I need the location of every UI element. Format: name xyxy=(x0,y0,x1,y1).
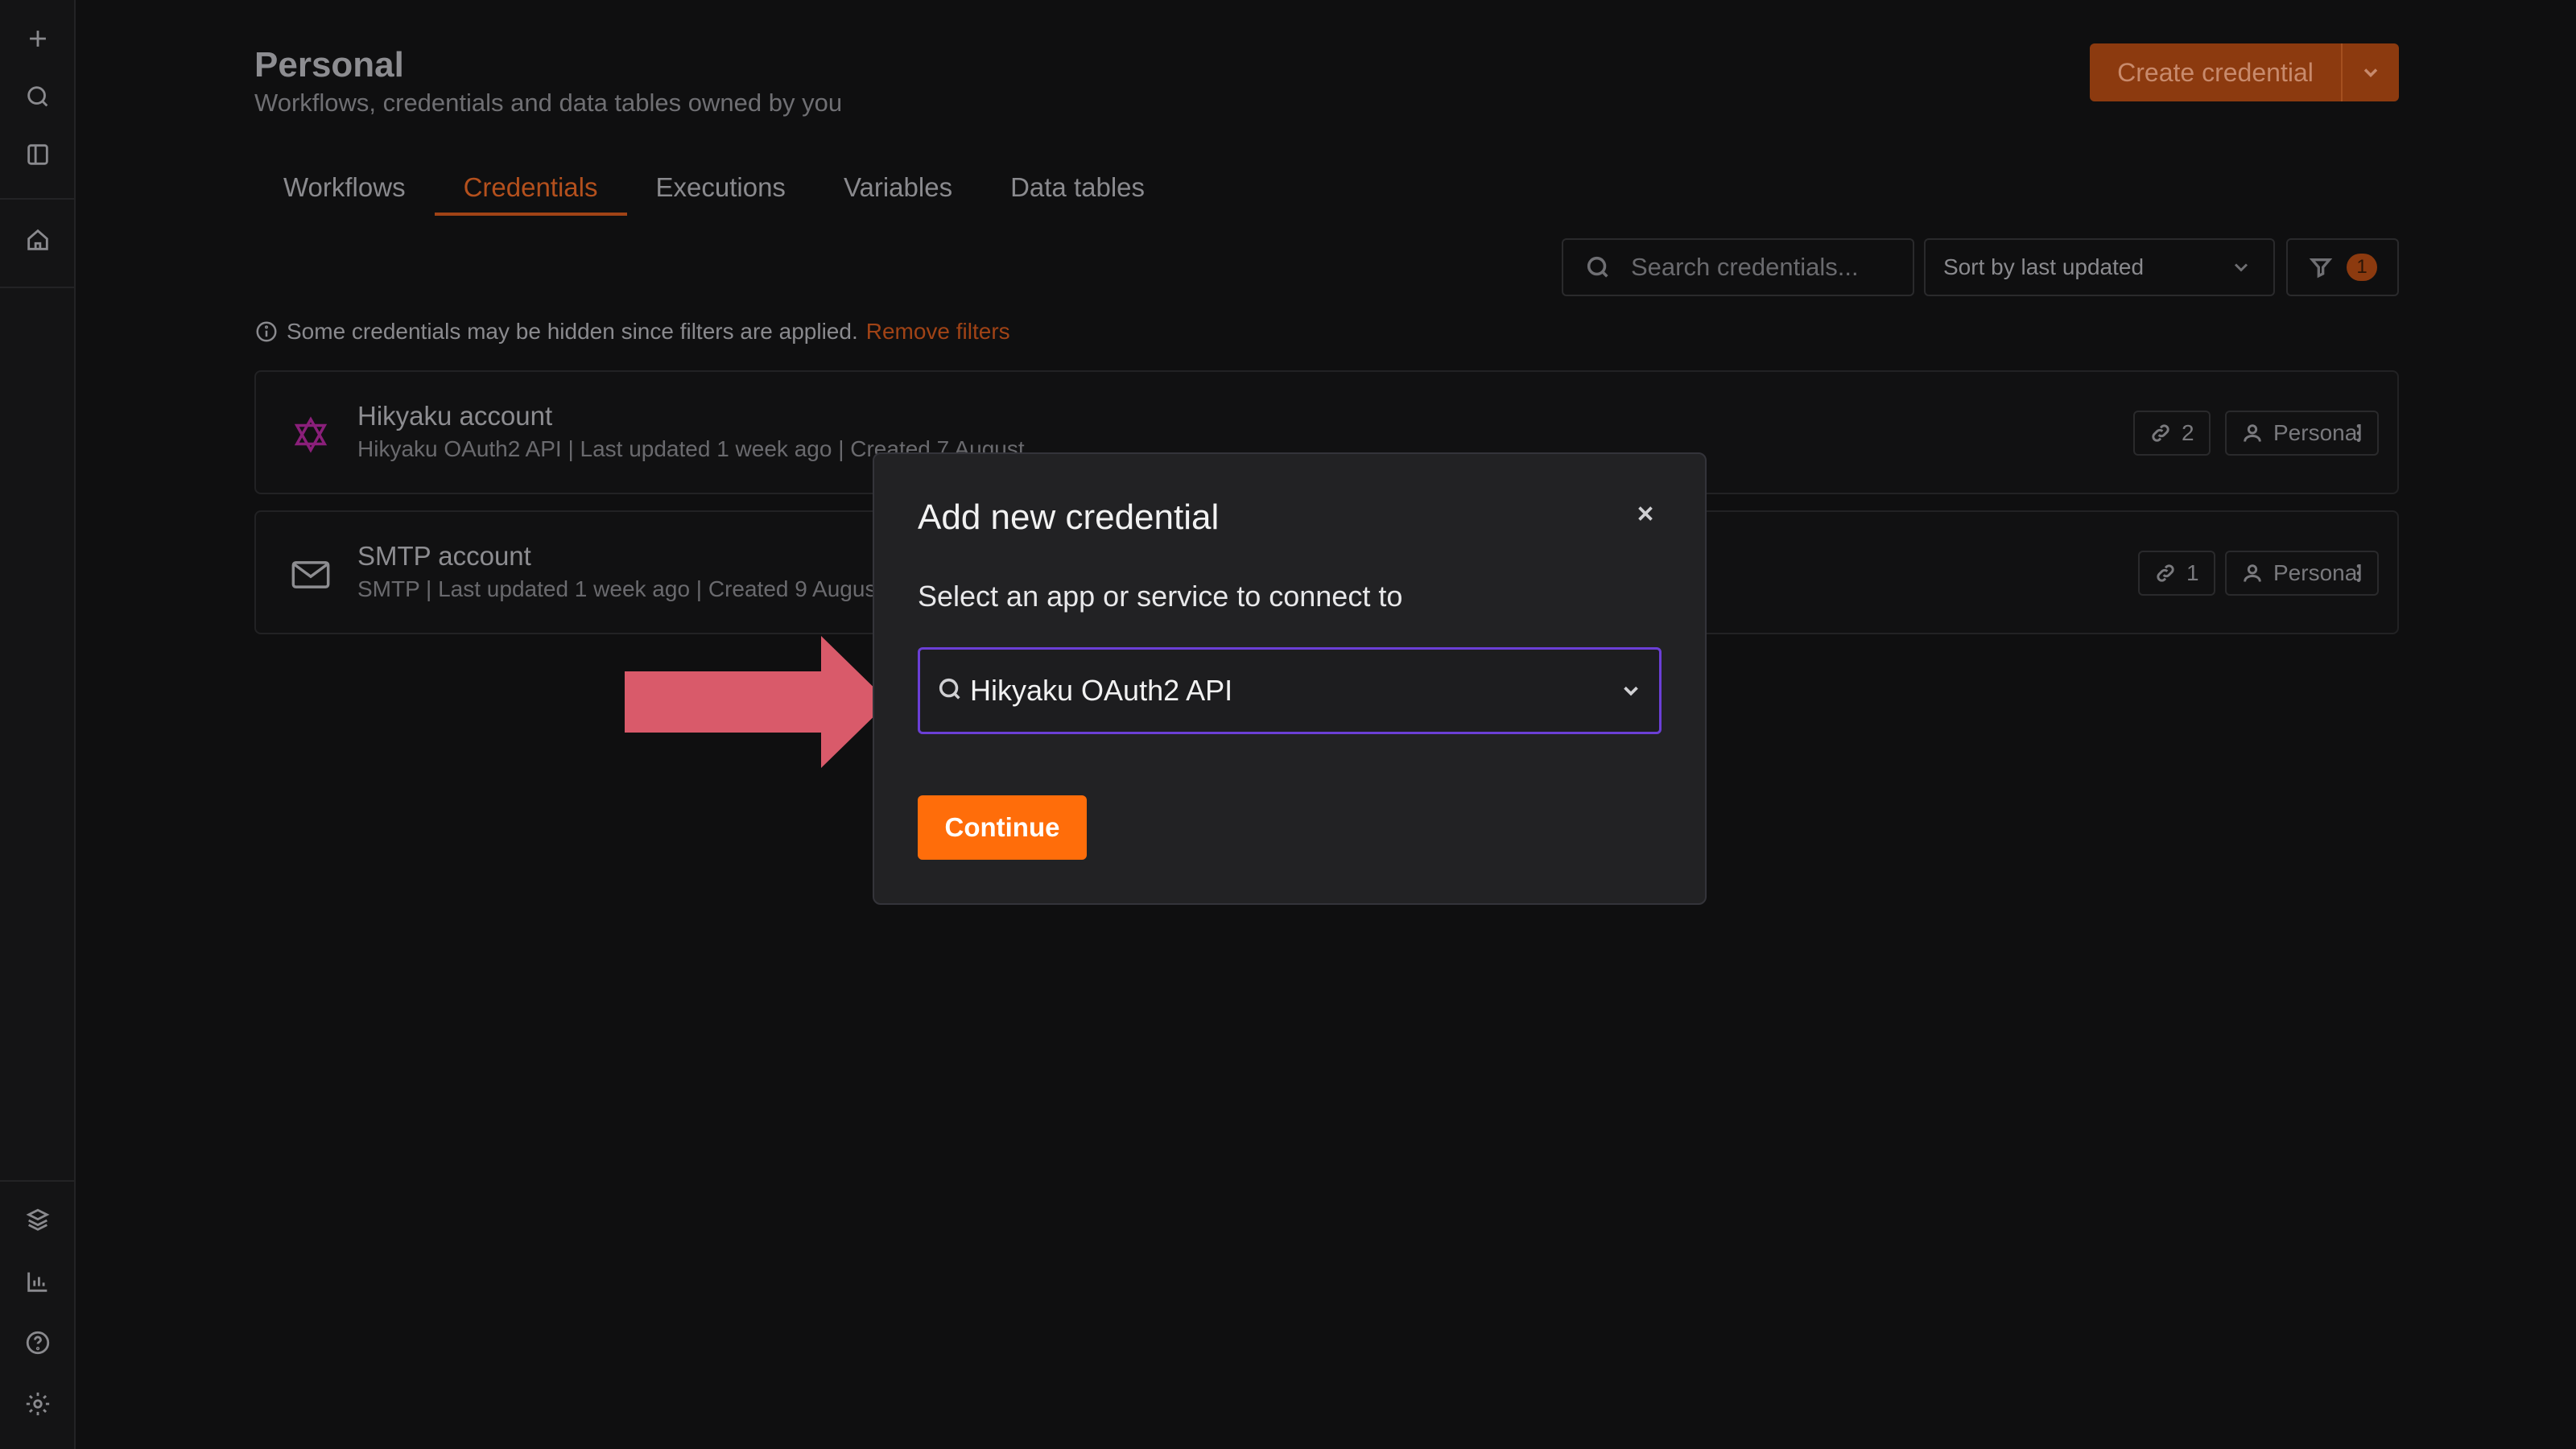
sidebar-divider xyxy=(0,1180,74,1182)
tab-bar: Workflows Credentials Executions Variabl… xyxy=(254,164,1174,216)
create-dropdown-toggle[interactable] xyxy=(2343,43,2399,101)
usage-count: 2 xyxy=(2182,420,2194,445)
home-icon[interactable] xyxy=(22,224,54,256)
tab-credentials[interactable]: Credentials xyxy=(434,164,627,216)
search-placeholder: Search credentials... xyxy=(1631,253,1859,281)
insights-icon[interactable] xyxy=(22,1265,54,1298)
create-credential-label[interactable]: Create credential xyxy=(2090,43,2343,101)
credential-meta: SMTP | Last updated 1 week ago | Created… xyxy=(357,576,883,601)
add-credential-modal: Add new credential Select an app or serv… xyxy=(873,452,1707,905)
filter-count-badge: 1 xyxy=(2347,254,2377,281)
tab-executions[interactable]: Executions xyxy=(627,164,815,216)
modal-subtitle: Select an app or service to connect to xyxy=(918,580,1403,613)
sort-label: Sort by last updated xyxy=(1943,254,2145,279)
link-icon xyxy=(2157,564,2174,582)
close-icon xyxy=(1638,506,1653,521)
info-icon xyxy=(256,321,277,342)
kebab-menu-icon xyxy=(2356,424,2361,442)
remove-filters-link[interactable]: Remove filters xyxy=(866,319,1010,345)
tab-workflows[interactable]: Workflows xyxy=(254,164,435,216)
user-icon xyxy=(2244,424,2261,442)
modal-title: Add new credential xyxy=(918,497,1220,537)
more-options-button[interactable] xyxy=(2343,417,2375,449)
tab-data-tables[interactable]: Data tables xyxy=(981,164,1174,216)
filter-icon xyxy=(2309,258,2333,279)
search-icon[interactable] xyxy=(22,80,54,113)
add-icon[interactable] xyxy=(22,23,54,55)
filter-notice-text: Some credentials may be hidden since fil… xyxy=(287,319,858,344)
tab-variables[interactable]: Variables xyxy=(815,164,981,216)
chevron-down-icon[interactable] xyxy=(1603,679,1659,703)
sort-select[interactable]: Sort by last updated xyxy=(1924,238,2275,296)
select-value: Hikyaku OAuth2 API xyxy=(970,674,1233,707)
credential-name: SMTP account xyxy=(357,541,531,571)
chevron-down-icon xyxy=(2363,68,2378,77)
page-subtitle: Workflows, credentials and data tables o… xyxy=(254,89,843,117)
help-icon[interactable] xyxy=(22,1327,54,1359)
usage-count-badge: 2 xyxy=(2133,411,2211,456)
credential-name: Hikyaku account xyxy=(357,401,553,431)
search-input[interactable]: Search credentials... xyxy=(1562,238,1914,296)
sidebar-toggle-icon[interactable] xyxy=(22,138,54,171)
usage-count-badge: 1 xyxy=(2138,551,2215,596)
search-icon xyxy=(936,675,964,707)
settings-icon[interactable] xyxy=(22,1388,54,1420)
sidebar-divider xyxy=(0,287,74,288)
search-icon xyxy=(1587,256,1608,278)
page-title: Personal xyxy=(254,45,404,85)
sidebar-divider xyxy=(0,198,74,200)
annotation-arrow-icon xyxy=(625,636,889,768)
mail-icon xyxy=(288,552,333,597)
sidebar xyxy=(0,0,76,1449)
chevron-down-icon xyxy=(2234,263,2248,272)
continue-button[interactable]: Continue xyxy=(918,795,1087,860)
link-icon xyxy=(2152,424,2169,442)
kebab-menu-icon xyxy=(2356,564,2361,582)
create-credential-button[interactable]: Create credential xyxy=(2090,43,2399,101)
hikyaku-logo-icon xyxy=(288,412,333,457)
app-service-select[interactable]: Hikyaku OAuth2 API xyxy=(918,647,1662,734)
filter-button[interactable]: 1 xyxy=(2286,238,2399,296)
filter-notice: Some credentials may be hidden since fil… xyxy=(254,319,1010,345)
user-icon xyxy=(2244,564,2261,582)
usage-count: 1 xyxy=(2186,560,2199,585)
more-options-button[interactable] xyxy=(2343,557,2375,589)
close-button[interactable] xyxy=(1629,497,1662,530)
templates-icon[interactable] xyxy=(22,1204,54,1236)
